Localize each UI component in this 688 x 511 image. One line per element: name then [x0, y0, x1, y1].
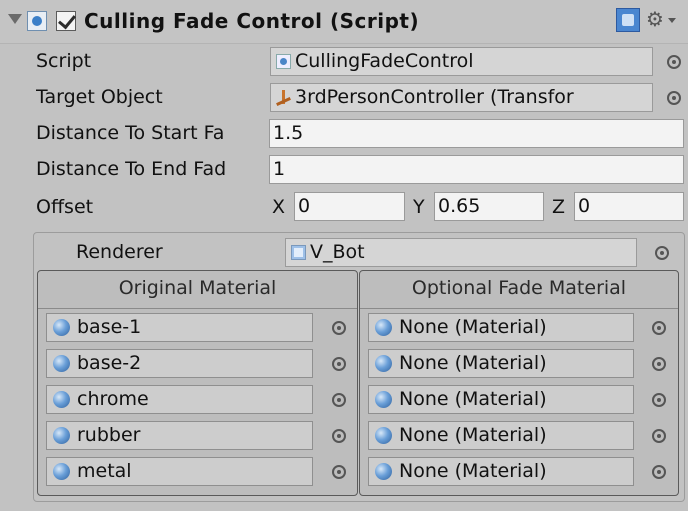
original-material-field[interactable]: rubber [46, 421, 313, 450]
component-title: Culling Fade Control (Script) [84, 9, 420, 33]
material-sphere-icon [375, 391, 392, 408]
script-label: Script [36, 50, 92, 72]
original-material-value: base-2 [77, 352, 142, 374]
script-file-icon [276, 54, 291, 69]
gear-dropdown-icon[interactable] [668, 18, 676, 23]
script-picker-icon[interactable] [667, 55, 681, 69]
foldout-arrow-icon[interactable] [8, 14, 22, 24]
original-material-field[interactable]: base-1 [46, 313, 313, 342]
component-header: Culling Fade Control (Script) ⚙ [0, 0, 688, 44]
optional-fade-material-header: Optional Fade Material [411, 277, 627, 299]
fade-material-value: None (Material) [399, 424, 547, 446]
original-material-picker-icon[interactable] [332, 429, 346, 443]
fade-material-field[interactable]: None (Material) [368, 421, 634, 450]
fade-material-picker-icon[interactable] [652, 393, 666, 407]
mesh-renderer-icon [291, 245, 306, 260]
original-material-field[interactable]: chrome [46, 385, 313, 414]
original-material-field[interactable]: metal [46, 457, 313, 486]
target-object-picker-icon[interactable] [667, 91, 681, 105]
material-sphere-icon [375, 355, 392, 372]
material-sphere-icon [53, 355, 70, 372]
renderer-field[interactable]: V_Bot [285, 238, 637, 267]
fade-material-picker-icon[interactable] [652, 429, 666, 443]
original-material-field[interactable]: base-2 [46, 349, 313, 378]
material-sphere-icon [53, 319, 70, 336]
fade-material-field[interactable]: None (Material) [368, 349, 634, 378]
fade-material-value: None (Material) [399, 460, 547, 482]
fade-material-picker-icon[interactable] [652, 357, 666, 371]
renderer-picker-icon[interactable] [655, 246, 669, 260]
transform-icon [276, 90, 291, 105]
fade-material-value: None (Material) [399, 388, 547, 410]
offset-x-input[interactable]: 0 [294, 192, 405, 221]
header-divider [360, 308, 678, 309]
offset-y-input[interactable]: 0.65 [434, 192, 544, 221]
fade-material-field[interactable]: None (Material) [368, 385, 634, 414]
offset-y-label: Y [413, 196, 425, 218]
original-material-header: Original Material [118, 277, 277, 299]
original-material-picker-icon[interactable] [332, 393, 346, 407]
offset-x-label: X [272, 196, 286, 218]
original-material-picker-icon[interactable] [332, 465, 346, 479]
gear-icon[interactable]: ⚙ [646, 7, 664, 31]
fade-material-field[interactable]: None (Material) [368, 313, 634, 342]
renderer-label: Renderer [76, 241, 163, 263]
fade-material-picker-icon[interactable] [652, 321, 666, 335]
fade-material-field[interactable]: None (Material) [368, 457, 634, 486]
material-sphere-icon [53, 427, 70, 444]
script-value: CullingFadeControl [295, 50, 474, 72]
enable-checkbox[interactable] [56, 11, 76, 31]
header-divider [38, 308, 357, 309]
fade-material-value: None (Material) [399, 352, 547, 374]
original-material-value: base-1 [77, 316, 142, 338]
material-sphere-icon [375, 463, 392, 480]
target-object-field[interactable]: 3rdPersonController (Transfor [270, 83, 653, 112]
script-icon [27, 11, 47, 31]
help-icon[interactable] [616, 8, 640, 32]
original-material-picker-icon[interactable] [332, 357, 346, 371]
original-material-value: metal [77, 460, 132, 482]
distance-end-label: Distance To End Fad [36, 158, 227, 180]
script-field[interactable]: CullingFadeControl [270, 47, 653, 76]
offset-label: Offset [36, 196, 94, 218]
original-material-value: rubber [77, 424, 141, 446]
offset-z-input[interactable]: 0 [574, 192, 684, 221]
offset-z-label: Z [552, 196, 566, 218]
target-object-label: Target Object [36, 86, 163, 108]
material-sphere-icon [375, 319, 392, 336]
material-sphere-icon [53, 463, 70, 480]
fade-material-picker-icon[interactable] [652, 465, 666, 479]
target-object-value: 3rdPersonController (Transfor [295, 86, 574, 108]
material-sphere-icon [375, 427, 392, 444]
material-sphere-icon [53, 391, 70, 408]
distance-start-label: Distance To Start Fa [36, 122, 225, 144]
distance-end-input[interactable]: 1 [269, 155, 684, 184]
distance-start-input[interactable]: 1.5 [269, 119, 684, 148]
fade-material-value: None (Material) [399, 316, 547, 338]
renderer-value: V_Bot [310, 241, 365, 263]
original-material-value: chrome [77, 388, 149, 410]
original-material-picker-icon[interactable] [332, 321, 346, 335]
